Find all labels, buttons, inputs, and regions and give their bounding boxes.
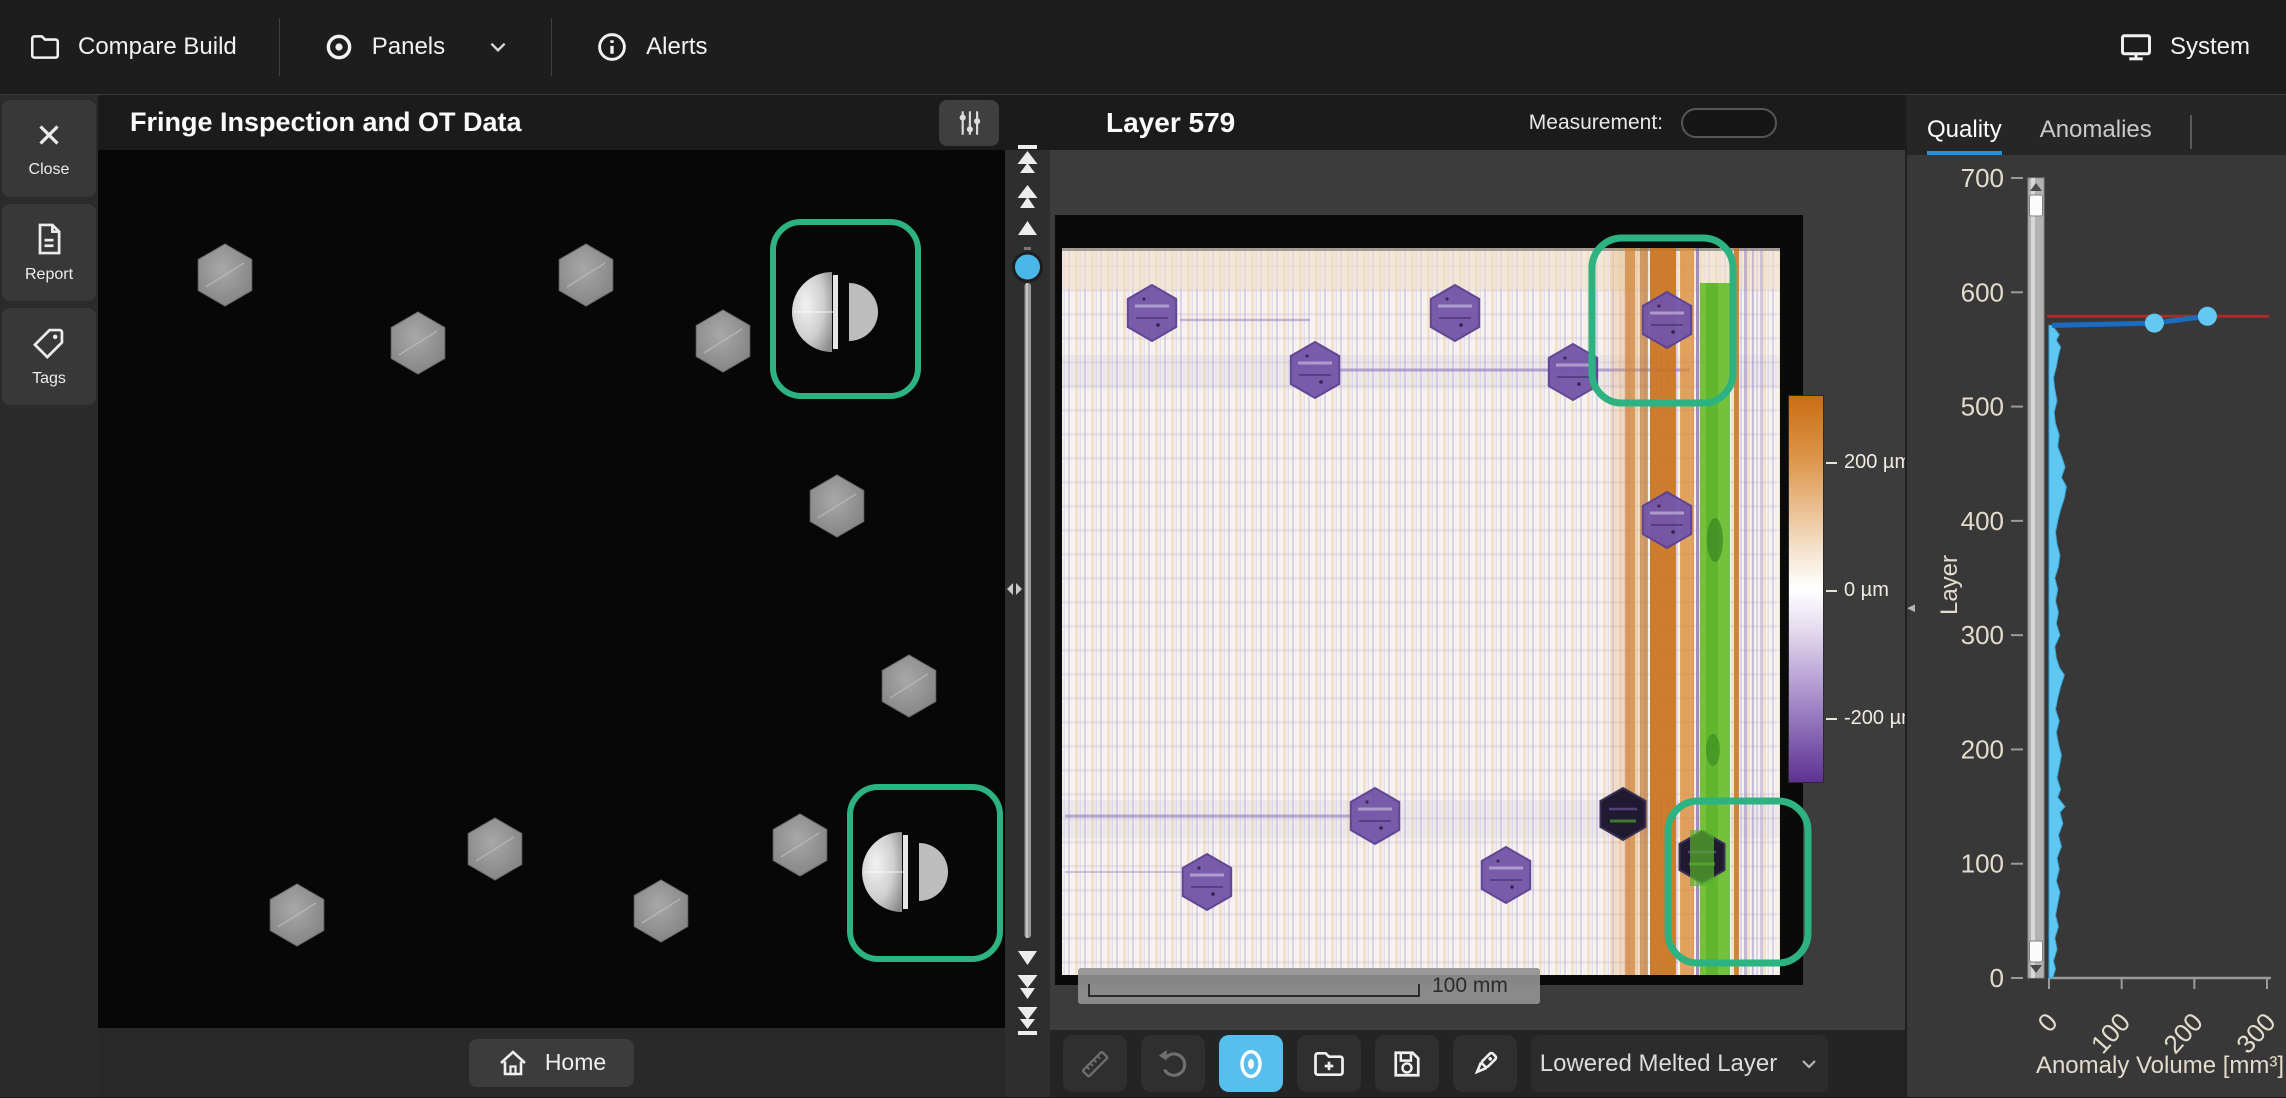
svg-text:300: 300 — [1961, 620, 2004, 650]
ot-toolbar: Lowered Melted Layer — [1050, 1030, 1905, 1097]
save-icon — [1389, 1046, 1425, 1082]
tags-label: Tags — [32, 370, 66, 388]
visibility-icon — [1233, 1046, 1269, 1082]
layer-panel: Layer 579 Measurement: — [1050, 95, 1905, 1097]
close-icon — [32, 118, 66, 152]
svg-text:700: 700 — [1961, 163, 2004, 193]
filter-sliders-icon — [951, 105, 987, 141]
fringe-panel-title: Fringe Inspection and OT Data — [130, 107, 522, 138]
double-down-icon[interactable] — [1018, 975, 1038, 999]
info-icon — [594, 29, 630, 65]
fringe-panel: Fringe Inspection and OT Data — [98, 95, 1005, 1097]
report-label: Report — [25, 266, 73, 284]
svg-text:200: 200 — [1961, 734, 2004, 764]
svg-text:0: 0 — [2031, 1007, 2063, 1038]
ruler-tool-button[interactable] — [1063, 1035, 1127, 1092]
scale-bar: 100 mm — [1078, 968, 1540, 1004]
color-mode-dropdown[interactable]: Lowered Melted Layer — [1531, 1035, 1828, 1092]
application-window: Compare Build Panels Alerts — [0, 0, 2286, 1098]
save-tool-button[interactable] — [1375, 1035, 1439, 1092]
compare-build-label: Compare Build — [78, 33, 237, 61]
layer-panel-header: Layer 579 Measurement: — [1050, 95, 1905, 150]
close-label: Close — [29, 161, 70, 179]
alerts-label: Alerts — [646, 33, 707, 61]
folder-icon — [28, 30, 62, 64]
eye-icon — [322, 30, 356, 64]
system-label: System — [2170, 33, 2250, 61]
anomaly-marker[interactable] — [2145, 314, 2164, 333]
topbar: Compare Build Panels Alerts — [0, 0, 2286, 95]
close-button[interactable]: Close — [2, 100, 96, 197]
svg-text:600: 600 — [1961, 277, 2004, 307]
visibility-tool-button[interactable] — [1219, 1035, 1283, 1092]
system-button[interactable]: System — [2076, 0, 2286, 95]
anomaly-marker[interactable] — [2198, 307, 2217, 326]
measurement-group: Measurement: — [1529, 108, 1777, 138]
quality-chart: 0100200300400500600700Layer0100200300Ano… — [1907, 155, 2286, 1092]
chart-ylabel: Layer — [1936, 555, 1963, 615]
measurement-label: Measurement: — [1529, 111, 1663, 135]
measure-pen-icon — [1467, 1046, 1503, 1082]
right-panel-tabs: Quality Anomalies — [1907, 95, 2286, 155]
ruler-icon — [1077, 1046, 1113, 1082]
compare-build-button[interactable]: Compare Build — [0, 0, 279, 95]
fringe-bottom-bar: Home — [98, 1028, 1005, 1097]
up-icon[interactable] — [1018, 221, 1037, 235]
layer-slider-column — [1005, 95, 1050, 1097]
tab-anomalies[interactable]: Anomalies — [2040, 95, 2152, 155]
home-label: Home — [545, 1049, 606, 1076]
tags-icon — [31, 325, 67, 361]
chevron-down-icon — [487, 36, 509, 58]
panels-button[interactable]: Panels — [280, 0, 551, 95]
color-mode-value: Lowered Melted Layer — [1540, 1050, 1777, 1078]
measurement-input[interactable] — [1681, 108, 1777, 138]
tab-divider — [2190, 115, 2192, 149]
ot-map-viewport: 200 µm 0 µm -200 µm 100 mm — [1050, 150, 1905, 1030]
layer-slider — [1005, 95, 1050, 1097]
fringe-panel-header: Fringe Inspection and OT Data — [98, 95, 1005, 150]
layer-slider-thumb[interactable] — [1014, 253, 1042, 281]
home-icon — [497, 1047, 529, 1079]
home-button[interactable]: Home — [469, 1039, 634, 1087]
anomaly-volume-profile — [2049, 325, 2066, 978]
report-button[interactable]: Report — [2, 204, 96, 301]
tab-quality[interactable]: Quality — [1927, 95, 2002, 155]
ot-scan-image — [1050, 150, 1905, 1030]
chevron-down-icon — [1799, 1054, 1819, 1074]
folder-add-icon — [1311, 1046, 1347, 1082]
panels-label: Panels — [372, 33, 445, 61]
add-to-folder-tool-button[interactable] — [1297, 1035, 1361, 1092]
fringe-image — [98, 150, 1005, 1028]
undo-tool-button[interactable] — [1141, 1035, 1205, 1092]
quality-panel: ◄ Quality Anomalies 01002003004005006007… — [1905, 95, 2286, 1097]
svg-text:0: 0 — [1990, 963, 2004, 993]
undo-icon — [1155, 1046, 1191, 1082]
report-icon — [31, 221, 67, 257]
quality-chart-area: 0100200300400500600700Layer0100200300Ano… — [1907, 155, 2286, 1097]
measure-pen-tool-button[interactable] — [1453, 1035, 1517, 1092]
skip-bottom-icon[interactable] — [1018, 1007, 1038, 1035]
monitor-icon — [2118, 29, 2154, 65]
scale-bar-label: 100 mm — [1432, 974, 1508, 998]
left-sidebar: Close Report Tags — [0, 95, 98, 1097]
skip-top-icon[interactable] — [1018, 145, 1038, 173]
svg-text:400: 400 — [1961, 506, 2004, 536]
down-icon[interactable] — [1018, 951, 1037, 965]
fringe-settings-button[interactable] — [939, 100, 999, 146]
scale-bar-bracket — [1088, 984, 1420, 997]
alerts-button[interactable]: Alerts — [552, 0, 749, 95]
splitter-handle-icon[interactable] — [1007, 583, 1022, 595]
chart-xlabel: Anomaly Volume [mm³] — [2036, 1052, 2284, 1079]
svg-text:500: 500 — [1961, 392, 2004, 422]
layer-panel-title: Layer 579 — [1106, 107, 1235, 139]
double-up-icon[interactable] — [1018, 185, 1038, 208]
svg-text:100: 100 — [1961, 849, 2004, 879]
fringe-image-viewport — [98, 150, 1005, 1028]
tags-button[interactable]: Tags — [2, 308, 96, 405]
layer-range-scrollbar[interactable] — [2028, 178, 2044, 978]
